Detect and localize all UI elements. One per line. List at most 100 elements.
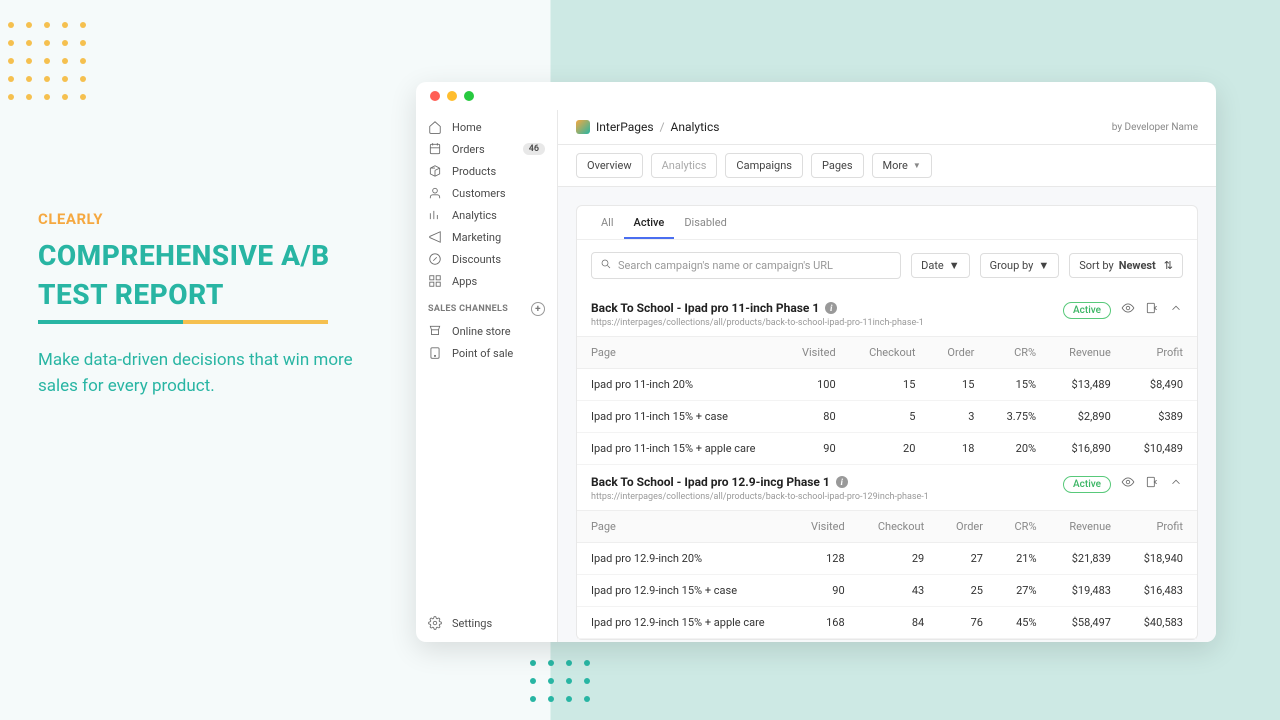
export-icon[interactable] [1145,475,1159,493]
maximize-icon[interactable] [464,91,474,101]
sidebar-item-label: Marketing [452,231,545,244]
column-header: Order [938,511,997,543]
column-header: Revenue [1050,337,1125,369]
tab-pages[interactable]: Pages [811,153,864,178]
table-row: Ipad pro 11-inch 15% + case80533.75%$2,8… [577,401,1197,433]
column-header: CR% [997,511,1051,543]
sort-control[interactable]: Sort by Newest⇅ [1069,253,1183,278]
home-icon [428,120,442,134]
campaign-title: Back To School - Ipad pro 12.9-incg Phas… [591,475,929,489]
campaign-block: Back To School - Ipad pro 12.9-incg Phas… [577,465,1197,639]
info-icon[interactable]: i [825,302,837,314]
campaign-url: https://interpages/collections/all/produ… [591,318,924,328]
search-icon [600,258,612,273]
products-icon [428,164,442,178]
tab-campaigns[interactable]: Campaigns [725,153,803,178]
chevron-up-icon[interactable] [1169,475,1183,493]
sidebar-item-label: Analytics [452,209,545,222]
sidebar-channel[interactable]: Point of sale [416,342,557,364]
info-icon[interactable]: i [836,476,848,488]
breadcrumb-brand[interactable]: InterPages [596,120,654,134]
sidebar-item-orders[interactable]: Orders46 [416,138,557,160]
sales-channels-header: SALES CHANNELS+ [416,292,557,320]
table-row: Ipad pro 11-inch 20%100151515%$13,489$8,… [577,369,1197,401]
sidebar-item-analytics[interactable]: Analytics [416,204,557,226]
campaign-block: Back To School - Ipad pro 11-inch Phase … [577,291,1197,465]
breadcrumb: InterPages / Analytics [576,120,719,134]
sidebar-item-apps[interactable]: Apps [416,270,557,292]
column-header: Page [577,337,784,369]
status-badge: Active [1063,476,1111,493]
decorative-dots-teal [530,660,590,702]
sidebar-channel[interactable]: Online store [416,320,557,342]
analytics-card: AllActiveDisabled Search campaign's name… [576,205,1198,640]
tab-more[interactable]: More▼ [872,153,932,178]
filter-tab-active[interactable]: Active [624,206,675,239]
eye-icon[interactable] [1121,475,1135,493]
promo-underline [38,320,328,324]
table-row: Ipad pro 11-inch 15% + apple care9020182… [577,433,1197,465]
campaign-table: PageVisitedCheckoutOrderCR%RevenueProfit… [577,510,1197,639]
column-header: Checkout [859,511,939,543]
channel-icon [428,324,442,338]
chevron-up-icon[interactable] [1169,301,1183,319]
chevron-down-icon: ▼ [949,259,960,272]
sidebar-item-label: Customers [452,187,545,200]
date-filter[interactable]: Date▼ [911,253,970,278]
filter-controls: Search campaign's name or campaign's URL… [577,240,1197,291]
column-header: Order [929,337,988,369]
sidebar-item-marketing[interactable]: Marketing [416,226,557,248]
gear-icon [428,616,442,630]
sidebar-item-discounts[interactable]: Discounts [416,248,557,270]
column-header: Profit [1125,337,1197,369]
count-badge: 46 [523,143,545,155]
apps-icon [428,274,442,288]
campaign-header: Back To School - Ipad pro 11-inch Phase … [577,291,1197,336]
promo-body: Make data-driven decisions that win more… [38,348,378,399]
brand-logo-icon [576,120,590,134]
chevron-down-icon: ▼ [1038,259,1049,272]
table-row: Ipad pro 12.9-inch 15% + case90432527%$1… [577,575,1197,607]
sidebar-item-label: Products [452,165,545,178]
marketing-icon [428,230,442,244]
close-icon[interactable] [430,91,440,101]
breadcrumb-separator: / [660,120,665,134]
export-icon[interactable] [1145,301,1159,319]
column-header: Profit [1125,511,1197,543]
column-header: Page [577,511,793,543]
tab-overview[interactable]: Overview [576,153,643,178]
channel-icon [428,346,442,360]
filter-tab-all[interactable]: All [591,206,624,239]
app-window: Home Orders46 Products Customers Analytics Ma… [416,82,1216,642]
campaign-header: Back To School - Ipad pro 12.9-incg Phas… [577,465,1197,510]
column-header: Revenue [1051,511,1125,543]
sidebar-item-label: Home [452,121,545,134]
sidebar-item-home[interactable]: Home [416,116,557,138]
filter-tab-disabled[interactable]: Disabled [674,206,736,239]
groupby-filter[interactable]: Group by▼ [980,253,1060,278]
chevron-down-icon: ▼ [913,161,921,170]
column-header: CR% [988,337,1050,369]
promo-heading: COMPREHENSIVE A/B TEST REPORT [38,236,378,314]
sidebar-settings[interactable]: Settings [416,612,557,642]
customers-icon [428,186,442,200]
sidebar-item-customers[interactable]: Customers [416,182,557,204]
sidebar-item-products[interactable]: Products [416,160,557,182]
status-badge: Active [1063,302,1111,319]
tab-analytics[interactable]: Analytics [651,153,718,178]
sidebar-item-label: Settings [452,617,545,630]
orders-icon [428,142,442,156]
promo-kicker: CLEARLY [38,210,378,228]
sidebar: Home Orders46 Products Customers Analytics Ma… [416,110,558,642]
sidebar-item-label: Point of sale [452,347,545,360]
minimize-icon[interactable] [447,91,457,101]
eye-icon[interactable] [1121,301,1135,319]
search-placeholder: Search campaign's name or campaign's URL [618,259,833,272]
search-input[interactable]: Search campaign's name or campaign's URL [591,252,901,279]
window-titlebar [416,82,1216,110]
analytics-icon [428,208,442,222]
add-channel-button[interactable]: + [531,302,545,316]
breadcrumb-page: Analytics [671,120,720,134]
main-panel: InterPages / Analytics by Developer Name… [558,110,1216,642]
nav-tabs: Overview Analytics Campaigns Pages More▼ [558,145,1216,187]
